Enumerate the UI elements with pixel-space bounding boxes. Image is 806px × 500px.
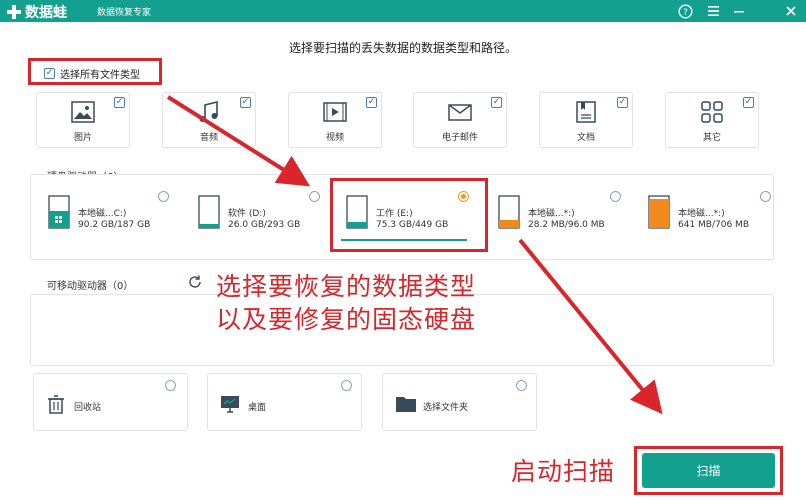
others-icon bbox=[701, 101, 723, 123]
trash-icon bbox=[48, 395, 64, 414]
drive-c-name: 本地磁...C:) bbox=[78, 209, 127, 219]
svg-text:?: ? bbox=[683, 8, 688, 18]
drive-removable-1-radio[interactable] bbox=[610, 191, 621, 202]
location-recycle-bin-radio[interactable] bbox=[165, 380, 176, 391]
removable-section-label: 可移动驱动器（0） bbox=[47, 281, 134, 292]
music-icon bbox=[199, 100, 218, 122]
drive-icon bbox=[498, 195, 520, 229]
folder-icon bbox=[396, 397, 416, 412]
drive-icon bbox=[198, 195, 220, 229]
annotation-text-line2: 以及要修复的固态硬盘 bbox=[216, 305, 477, 334]
location-recycle-bin-label: 回收站 bbox=[74, 403, 102, 413]
file-type-others[interactable]: ✓ 其它 bbox=[665, 92, 759, 148]
file-type-audio-label: 音频 bbox=[199, 133, 218, 143]
annotation-start-scan: 启动扫描 bbox=[511, 457, 616, 486]
location-choose-folder-label: 选择文件夹 bbox=[423, 403, 469, 413]
help-icon: ? bbox=[677, 3, 693, 19]
app-logo: 数据蛙 bbox=[6, 2, 67, 22]
menu-button[interactable] bbox=[704, 2, 722, 20]
file-type-image-checkbox[interactable]: ✓ bbox=[114, 97, 125, 108]
file-type-video-checkbox[interactable]: ✓ bbox=[366, 97, 377, 108]
drive-removable-2-size: 641 MB/706 MB bbox=[678, 220, 749, 230]
location-choose-folder[interactable]: 选择文件夹 bbox=[382, 373, 537, 431]
annotation-text-line1: 选择要恢复的数据类型 bbox=[216, 272, 477, 301]
drive-icon bbox=[648, 195, 670, 229]
file-type-email[interactable]: ✓ 电子邮件 bbox=[413, 92, 507, 148]
select-all-label: 选择所有文件类型 bbox=[60, 70, 140, 81]
windows-drive-icon bbox=[48, 195, 70, 229]
file-type-video-label: 视频 bbox=[325, 133, 344, 143]
drive-d-radio[interactable] bbox=[309, 191, 320, 202]
location-desktop[interactable]: 桌面 bbox=[207, 373, 362, 431]
file-type-others-label: 其它 bbox=[702, 133, 721, 143]
file-type-document-checkbox[interactable]: ✓ bbox=[617, 97, 628, 108]
location-choose-folder-radio[interactable] bbox=[516, 380, 527, 391]
email-icon bbox=[448, 104, 472, 121]
file-type-document[interactable]: ✓ 文档 bbox=[539, 92, 633, 148]
drive-c-size: 90.2 GB/187 GB bbox=[78, 220, 151, 230]
video-icon bbox=[323, 102, 347, 122]
drive-removable-1-name: 本地磁...*:) bbox=[528, 209, 575, 219]
drive-d-name: 软件 (D:) bbox=[228, 209, 266, 219]
desktop-icon bbox=[221, 396, 239, 413]
location-desktop-radio[interactable] bbox=[341, 380, 352, 391]
minimize-button[interactable] bbox=[730, 2, 748, 20]
minimize-icon bbox=[734, 11, 744, 13]
file-type-video[interactable]: ✓ 视频 bbox=[288, 92, 382, 148]
location-desktop-label: 桌面 bbox=[248, 403, 267, 413]
file-type-image-label: 图片 bbox=[73, 133, 92, 143]
app-subtitle: 数据恢复专家 bbox=[97, 8, 152, 18]
close-button[interactable] bbox=[782, 2, 800, 20]
location-recycle-bin[interactable]: 回收站 bbox=[33, 373, 188, 431]
refresh-button[interactable] bbox=[187, 274, 203, 290]
drive-removable-2-name: 本地磁...*:) bbox=[678, 209, 725, 219]
image-icon bbox=[71, 101, 95, 123]
drive-removable-2[interactable]: 本地磁...*:) 641 MB/706 MB bbox=[648, 187, 778, 243]
app-logo-text: 数据蛙 bbox=[25, 5, 67, 21]
help-button[interactable]: ? bbox=[676, 2, 694, 20]
drive-removable-2-radio[interactable] bbox=[760, 191, 771, 202]
title-bar: 数据蛙 数据恢复专家 ? bbox=[0, 0, 806, 22]
file-type-email-label: 电子邮件 bbox=[441, 133, 478, 143]
file-type-image[interactable]: ✓ 图片 bbox=[36, 92, 130, 148]
file-type-others-checkbox[interactable]: ✓ bbox=[743, 97, 754, 108]
file-type-audio[interactable]: ✓ 音频 bbox=[162, 92, 256, 148]
drive-d-size: 26.0 GB/293 GB bbox=[228, 220, 301, 230]
refresh-icon bbox=[189, 275, 201, 288]
scan-button[interactable]: 扫描 bbox=[642, 453, 775, 488]
frog-logo-icon bbox=[7, 5, 21, 19]
instruction-text: 选择要扫描的丢失数据的数据类型和路径。 bbox=[288, 41, 517, 55]
close-icon bbox=[786, 6, 796, 16]
drive-removable-1-size: 28.2 MB/96.0 MB bbox=[528, 220, 605, 230]
document-icon bbox=[576, 101, 596, 123]
menu-icon bbox=[707, 6, 719, 16]
drive-e-highlight bbox=[330, 178, 488, 252]
file-type-document-label: 文档 bbox=[576, 133, 595, 143]
drive-c-radio[interactable] bbox=[158, 191, 169, 202]
file-type-email-checkbox[interactable]: ✓ bbox=[491, 97, 502, 108]
select-all-checkbox[interactable]: ✓ 选择所有文件类型 bbox=[44, 66, 140, 81]
checkbox-checked-icon[interactable]: ✓ bbox=[44, 68, 55, 79]
file-type-audio-checkbox[interactable]: ✓ bbox=[240, 97, 251, 108]
